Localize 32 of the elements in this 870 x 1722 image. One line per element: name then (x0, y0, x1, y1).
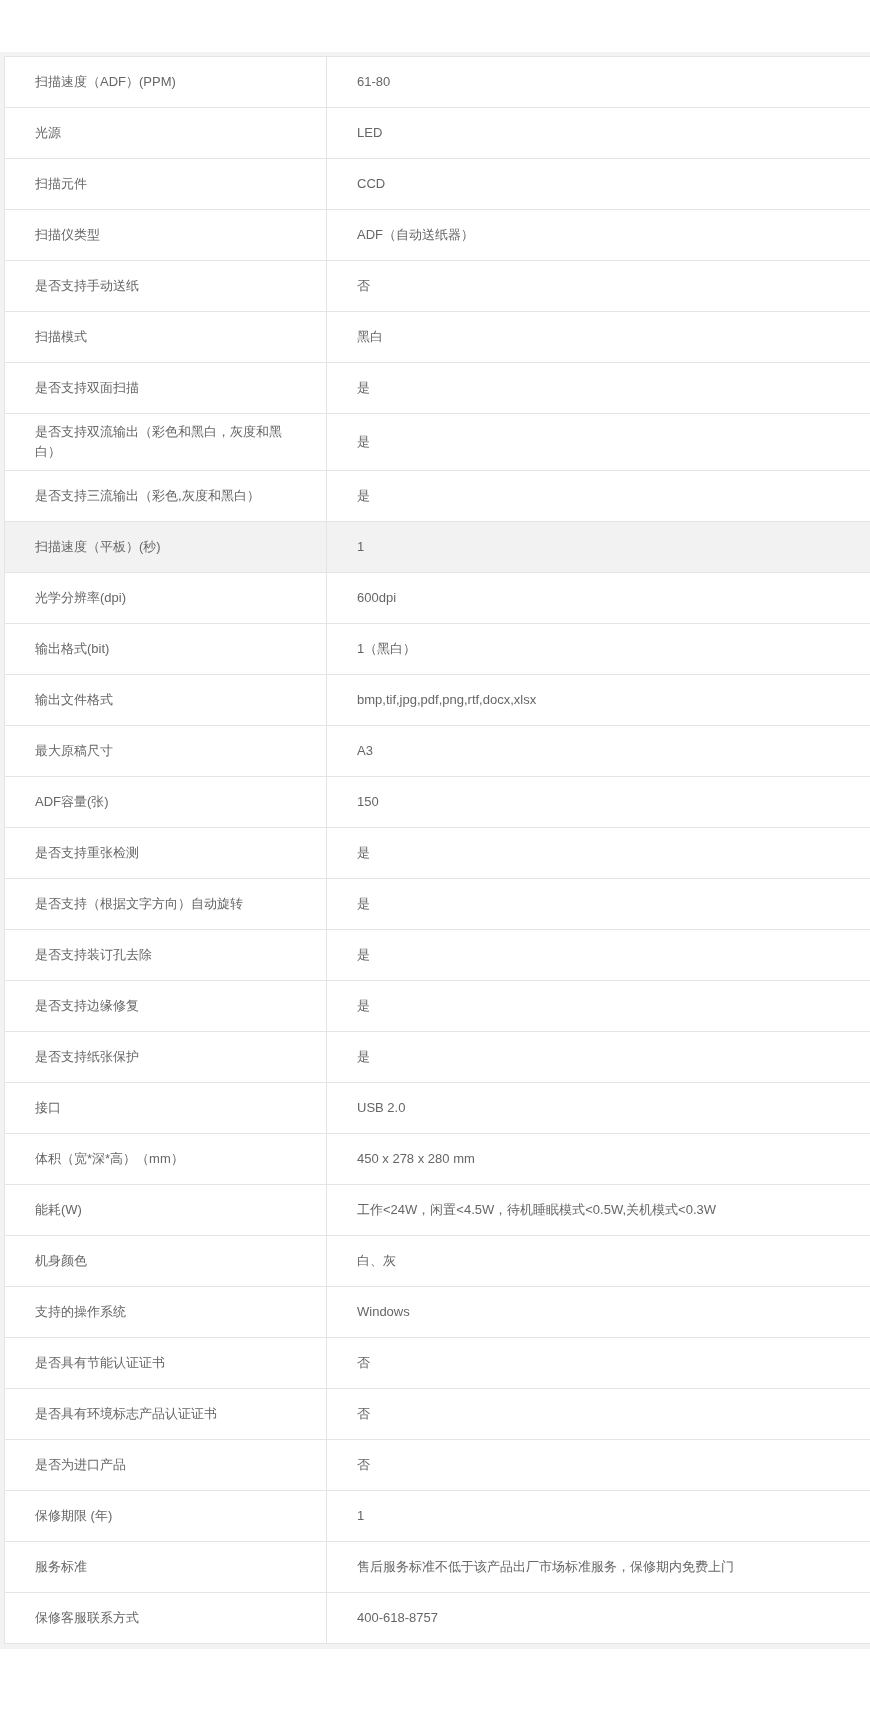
table-cell-text: 最大原稿尺寸 (34, 742, 114, 760)
table-cell-text: 保修期限 (年) (34, 1507, 114, 1525)
table-cell-text: 是否支持边缘修复 (34, 997, 140, 1015)
table-cell-text: ADF容量(张) (34, 793, 110, 811)
table-cell-text: 是否支持手动送纸 (34, 277, 140, 295)
table-cell-text: 是否支持纸张保护 (34, 1048, 140, 1066)
table-cell-text: 体积（宽*深*高）（mm） (34, 1150, 185, 1168)
table-cell-text: 光学分辨率(dpi) (34, 589, 127, 607)
table-cell-text: 扫描速度（平板）(秒) (34, 538, 162, 556)
table-cell-text: 是否为进口产品 (34, 1456, 127, 1474)
table-cell-text: 输出格式(bit) (34, 640, 111, 658)
table-cell-text: 是否具有环境标志产品认证证书 (34, 1405, 218, 1423)
table-cell-text: 扫描元件 (34, 175, 88, 193)
table-cell-text: 服务标准 (34, 1558, 88, 1576)
table-cell-text: 机身颜色 (34, 1252, 88, 1270)
table-cell-text: 扫描模式 (34, 328, 88, 346)
table-cell-text: 输出文件格式 (34, 691, 114, 709)
table-cell: 400-618-8757 (326, 1593, 870, 1643)
table-cell-text: 是否具有节能认证证书 (34, 1354, 166, 1372)
table-cell-text: 是否支持三流输出（彩色,灰度和黑白） (34, 487, 261, 505)
table-cell-text: 光源 (34, 124, 62, 142)
table-cell-text: 是否支持双流输出（彩色和黑白，灰度和黑白） (34, 423, 283, 461)
table-cell-text: 接口 (34, 1099, 62, 1117)
table-cell-text: 是否支持装订孔去除 (34, 946, 153, 964)
table-cell-text: 是否支持重张检测 (34, 844, 140, 862)
table-cell-text: 支持的操作系统 (34, 1303, 127, 1321)
table-cell-text: 是否支持（根据文字方向）自动旋转 (34, 895, 244, 913)
table-cell-text: 能耗(W) (34, 1201, 83, 1219)
table-cell-text: 扫描仪类型 (34, 226, 101, 244)
table-cell-text: 扫描速度（ADF）(PPM) (34, 73, 177, 91)
table-cell-text: 是否支持双面扫描 (34, 379, 140, 397)
table-cell-text: 保修客服联系方式 (34, 1609, 140, 1627)
